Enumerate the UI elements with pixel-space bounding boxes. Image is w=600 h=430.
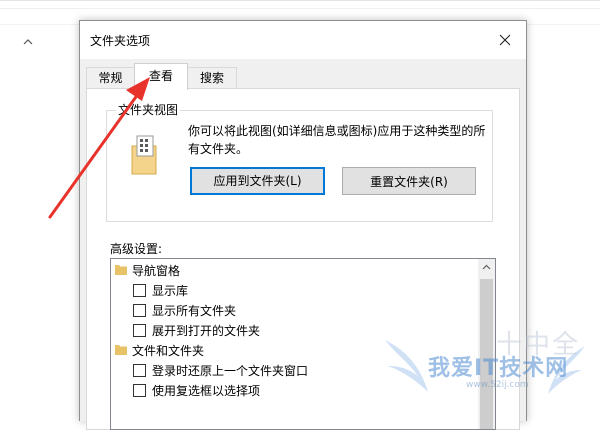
checkbox[interactable] (133, 284, 146, 297)
advanced-settings-label: 高级设置: (110, 242, 163, 256)
window-top-edge (0, 0, 600, 1)
checkbox[interactable] (133, 324, 146, 337)
dialog-title: 文件夹选项 (90, 34, 151, 48)
folder-views-label: 文件夹视图 (116, 101, 181, 118)
tree-folder-item: 文件和文件夹 (115, 341, 204, 361)
watermark-url: www.52ij.com (466, 380, 529, 390)
apply-to-folders-button[interactable]: 应用到文件夹(L) (190, 167, 325, 195)
scroll-up-button[interactable] (478, 259, 495, 276)
reset-folders-button[interactable]: 重置文件夹(R) (342, 167, 476, 195)
tree-item-label: 导航窗格 (132, 264, 181, 278)
close-button[interactable] (490, 25, 520, 55)
watermark-text: 我爱IT技术网 (428, 356, 569, 381)
tree-item-label: 文件和文件夹 (132, 344, 205, 358)
tree-checkbox-item[interactable]: 使用复选框以选择项 (133, 381, 260, 401)
tree-checkbox-item[interactable]: 登录时还原上一个文件夹窗口 (133, 361, 308, 381)
dialog-titlebar[interactable]: 文件夹选项 (80, 21, 526, 59)
watermark: 十中全 我爱IT技术网 www.52ij.com (380, 320, 600, 400)
tree-item-label: 展开到打开的文件夹 (152, 324, 261, 338)
folder-views-description: 你可以将此视图(如详细信息或图标)应用于这种类型的所有文件夹。 (188, 124, 486, 156)
tree-folder-item: 导航窗格 (115, 261, 180, 281)
chevron-up-icon[interactable] (21, 36, 35, 46)
folder-icon (115, 341, 127, 361)
tree-item-label: 登录时还原上一个文件夹窗口 (152, 364, 309, 378)
tree-item-label: 显示所有文件夹 (152, 304, 237, 318)
tree-checkbox-item[interactable]: 展开到打开的文件夹 (133, 321, 260, 341)
tree-checkbox-item[interactable]: 显示库 (133, 281, 188, 301)
folder-icon (115, 261, 127, 281)
tab-view[interactable]: 查看 (134, 63, 188, 90)
tree-item-label: 使用复选框以选择项 (152, 384, 261, 398)
tree-item-label: 显示库 (152, 284, 189, 298)
checkbox[interactable] (133, 364, 146, 377)
folder-view-icon (130, 134, 158, 179)
checkbox[interactable] (133, 384, 146, 397)
close-icon (499, 34, 511, 46)
window-divider (0, 8, 600, 9)
tree-checkbox-item[interactable]: 显示所有文件夹 (133, 301, 236, 321)
tab-general[interactable]: 常规 (86, 67, 135, 89)
tab-search[interactable]: 搜索 (187, 67, 237, 89)
checkbox[interactable] (133, 304, 146, 317)
chevron-up-icon (482, 264, 491, 270)
